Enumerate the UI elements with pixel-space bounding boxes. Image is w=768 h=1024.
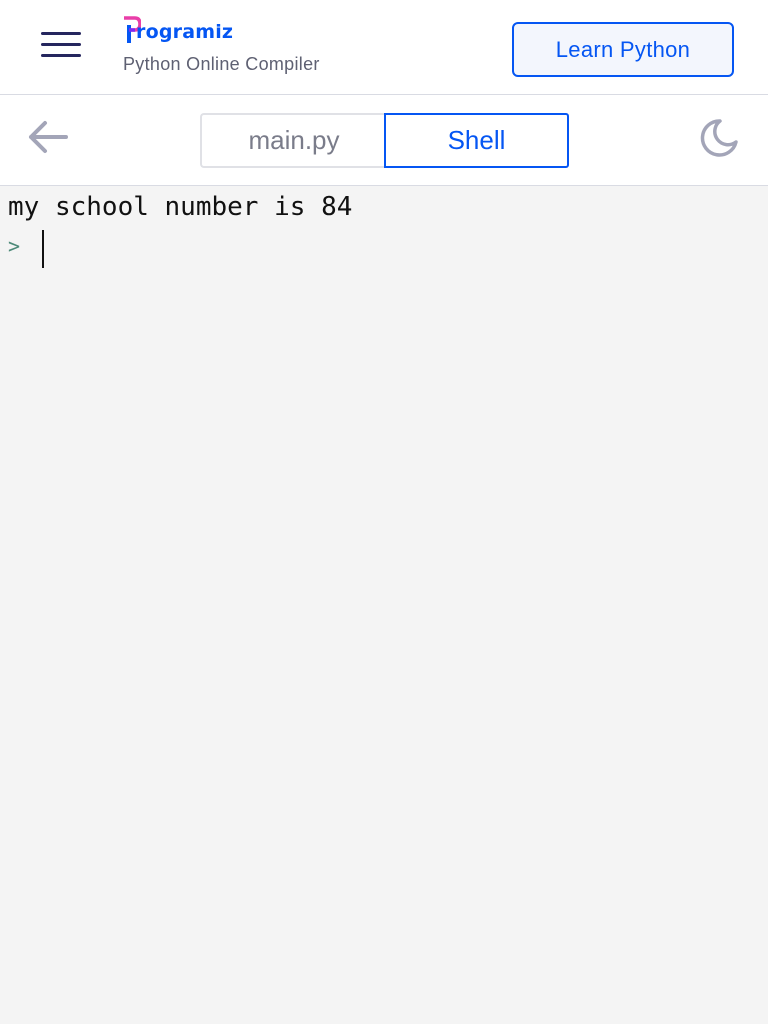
tab-main-py[interactable]: main.py [200,113,386,168]
menu-bar [41,54,81,57]
moon-icon[interactable] [698,117,740,159]
top-header: rogramiz Python Online Compiler Learn Py… [0,0,768,95]
logo-text: rogramiz [136,21,234,43]
shell-prompt: > [8,234,21,258]
hamburger-menu-icon[interactable] [38,28,84,62]
shell-console: my school number is 84 > [0,186,768,1024]
editor-toolbar: main.py Shell [0,95,768,186]
shell-output-line: my school number is 84 [8,192,353,222]
site-subtitle: Python Online Compiler [123,54,320,74]
brand[interactable]: rogramiz Python Online Compiler [123,14,320,75]
menu-bar [41,43,81,46]
tab-shell[interactable]: Shell [384,113,569,168]
shell-input[interactable] [44,230,744,268]
logo: rogramiz [123,14,320,44]
arrow-left-icon[interactable] [26,117,70,157]
learn-python-button[interactable]: Learn Python [512,22,734,77]
menu-bar [41,32,81,35]
